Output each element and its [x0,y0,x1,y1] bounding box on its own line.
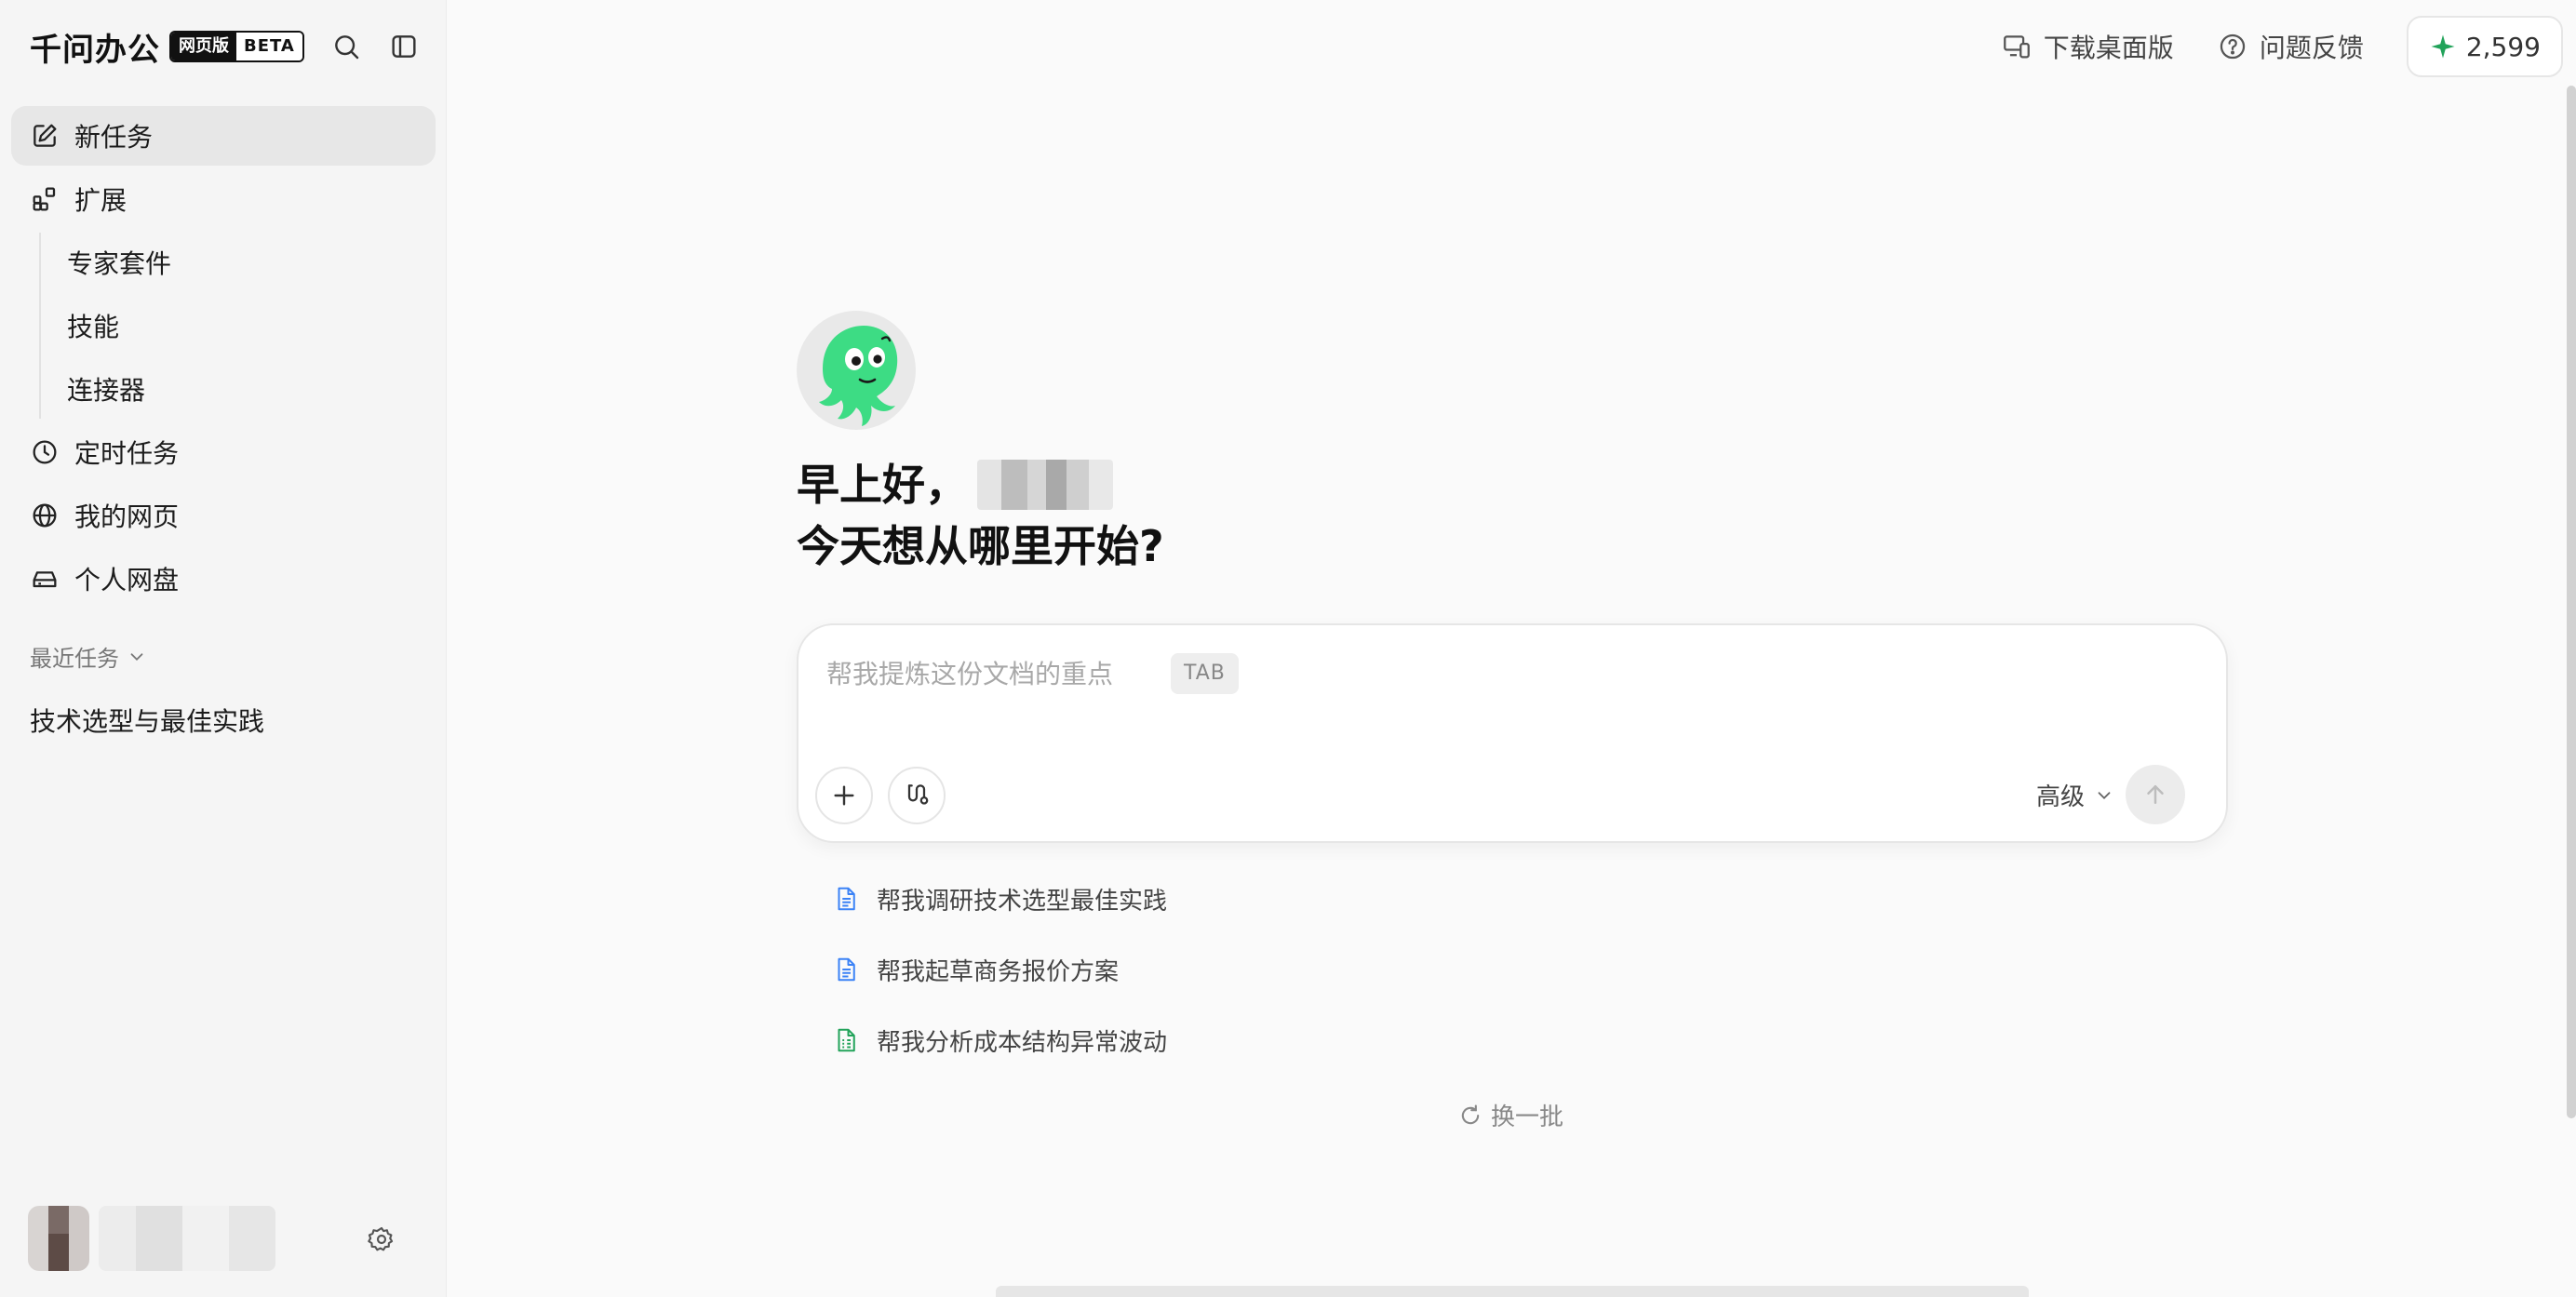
refresh-label: 换一批 [1491,1103,1564,1131]
document-icon [838,887,855,911]
app-window: 千问办公 网页版 BETA 新任务 扩展 专家套件 技能 连接器 定时任务 我的… [0,0,2576,1297]
sidebar: 千问办公 网页版 BETA 新任务 扩展 专家套件 技能 连接器 定时任务 我的… [0,0,447,1297]
greeting-line-1: 早上好， [797,460,968,510]
devices-icon [2003,35,2030,59]
send-button[interactable] [2126,765,2185,824]
avatar [28,1206,89,1271]
drive-icon [33,571,57,588]
greeting-line-2: 今天想从哪里开始? [797,521,1164,571]
tools-button[interactable] [888,767,946,824]
document-icon [838,957,855,982]
refresh-icon [1461,1103,1480,1124]
user-profile[interactable] [28,1206,419,1280]
sidebar-item-scheduled-tasks[interactable]: 定时任务 [11,422,436,482]
sidebar-item-expert-suite[interactable]: 专家套件 [67,233,436,292]
download-desktop-label: 下载桌面版 [2043,33,2174,63]
edit-icon [34,124,57,147]
octopus-mascot-icon [819,326,898,426]
suggestion-label: 帮我调研技术选型最佳实践 [877,887,1168,916]
sidebar-item-extensions[interactable]: 扩展 [11,169,436,229]
brand-badge: 网页版 BETA [169,31,304,62]
gear-icon [368,1226,394,1251]
sidebar-nav: 新任务 扩展 专家套件 技能 连接器 定时任务 我的网页 个人网盘 [11,106,436,612]
header-actions: 下载桌面版 问题反馈 2,599 [2001,16,2563,77]
sidebar-item-new-task[interactable]: 新任务 [11,106,436,166]
toggle-sidebar-button[interactable] [385,28,423,65]
brand-logo[interactable]: 千问办公 网页版 BETA [30,22,304,71]
search-button[interactable] [328,28,365,65]
feedback-label: 问题反馈 [2259,33,2364,63]
prompt-input[interactable] [826,651,1161,696]
sidebar-item-personal-drive[interactable]: 个人网盘 [11,549,436,608]
suggestion-item[interactable]: 帮我分析成本结构异常波动 [832,1016,1297,1064]
plus-icon [834,785,854,806]
settings-button[interactable] [367,1224,404,1262]
mascot-avatar [797,311,916,430]
sidebar-item-label: 新任务 [74,122,154,153]
brand-name: 千问办公 [30,31,160,69]
badge-web: 网页版 [171,33,236,60]
username-redacted [99,1206,275,1271]
suggestion-item[interactable]: 帮我起草商务报价方案 [832,945,1297,994]
credits-badge[interactable]: 2,599 [2406,16,2563,77]
recent-task-item[interactable]: 技术选型与最佳实践 [30,702,264,739]
scrollbar-thumb[interactable] [2567,86,2576,1118]
main-panel: 下载桌面版 问题反馈 2,599 早上好， 今天想从哪里开始? 帮我提炼这份文档… [447,0,2576,1297]
sidebar-item-skills[interactable]: 技能 [67,296,436,355]
add-attachment-button[interactable] [815,767,873,824]
advanced-dropdown[interactable]: 高级 [2036,778,2114,812]
search-icon [335,35,359,60]
badge-beta: BETA [236,33,302,60]
chevron-down-icon [2098,791,2111,799]
chevron-down-icon [130,652,143,661]
download-desktop-button[interactable]: 下载桌面版 [2001,28,2174,65]
globe-icon [33,503,57,528]
sidebar-item-label: 扩展 [74,185,127,216]
clock-icon [33,440,57,464]
suggestion-label: 帮我起草商务报价方案 [877,957,1120,986]
sidebar-item-my-webpages[interactable]: 我的网页 [11,486,436,545]
help-circle-icon [2220,33,2245,60]
greeting: 早上好， 今天想从哪里开始? [797,454,1164,577]
sidebar-toggle-icon [392,35,416,58]
user-name-redacted [977,460,1113,510]
sidebar-item-connectors[interactable]: 连接器 [67,359,436,419]
sidebar-item-label: 定时任务 [74,438,180,469]
tab-hint-badge: TAB [1171,653,1239,694]
extensions-submenu: 专家套件 技能 连接器 [39,233,436,419]
advanced-label: 高级 [2036,783,2086,811]
prompt-composer: TAB 高级 [797,623,2228,843]
bottom-scrollbar[interactable] [996,1286,2029,1297]
credits-count: 2,599 [2465,31,2541,62]
arrow-up-icon [2147,785,2164,804]
sparkle-icon [2431,34,2455,59]
sidebar-item-label: 我的网页 [74,501,180,532]
feedback-button[interactable]: 问题反馈 [2217,28,2364,65]
extensions-icon [33,187,56,211]
recent-tasks-label: 最近任务 [30,646,119,672]
suggestion-item[interactable]: 帮我调研技术选型最佳实践 [832,875,1297,923]
tools-icon [907,784,929,805]
spreadsheet-icon [838,1028,855,1052]
sidebar-item-label: 个人网盘 [74,565,180,595]
suggestion-label: 帮我分析成本结构异常波动 [877,1028,1168,1057]
recent-tasks-toggle[interactable]: 最近任务 [30,640,147,673]
refresh-suggestions-button[interactable]: 换一批 [1457,1098,1563,1132]
